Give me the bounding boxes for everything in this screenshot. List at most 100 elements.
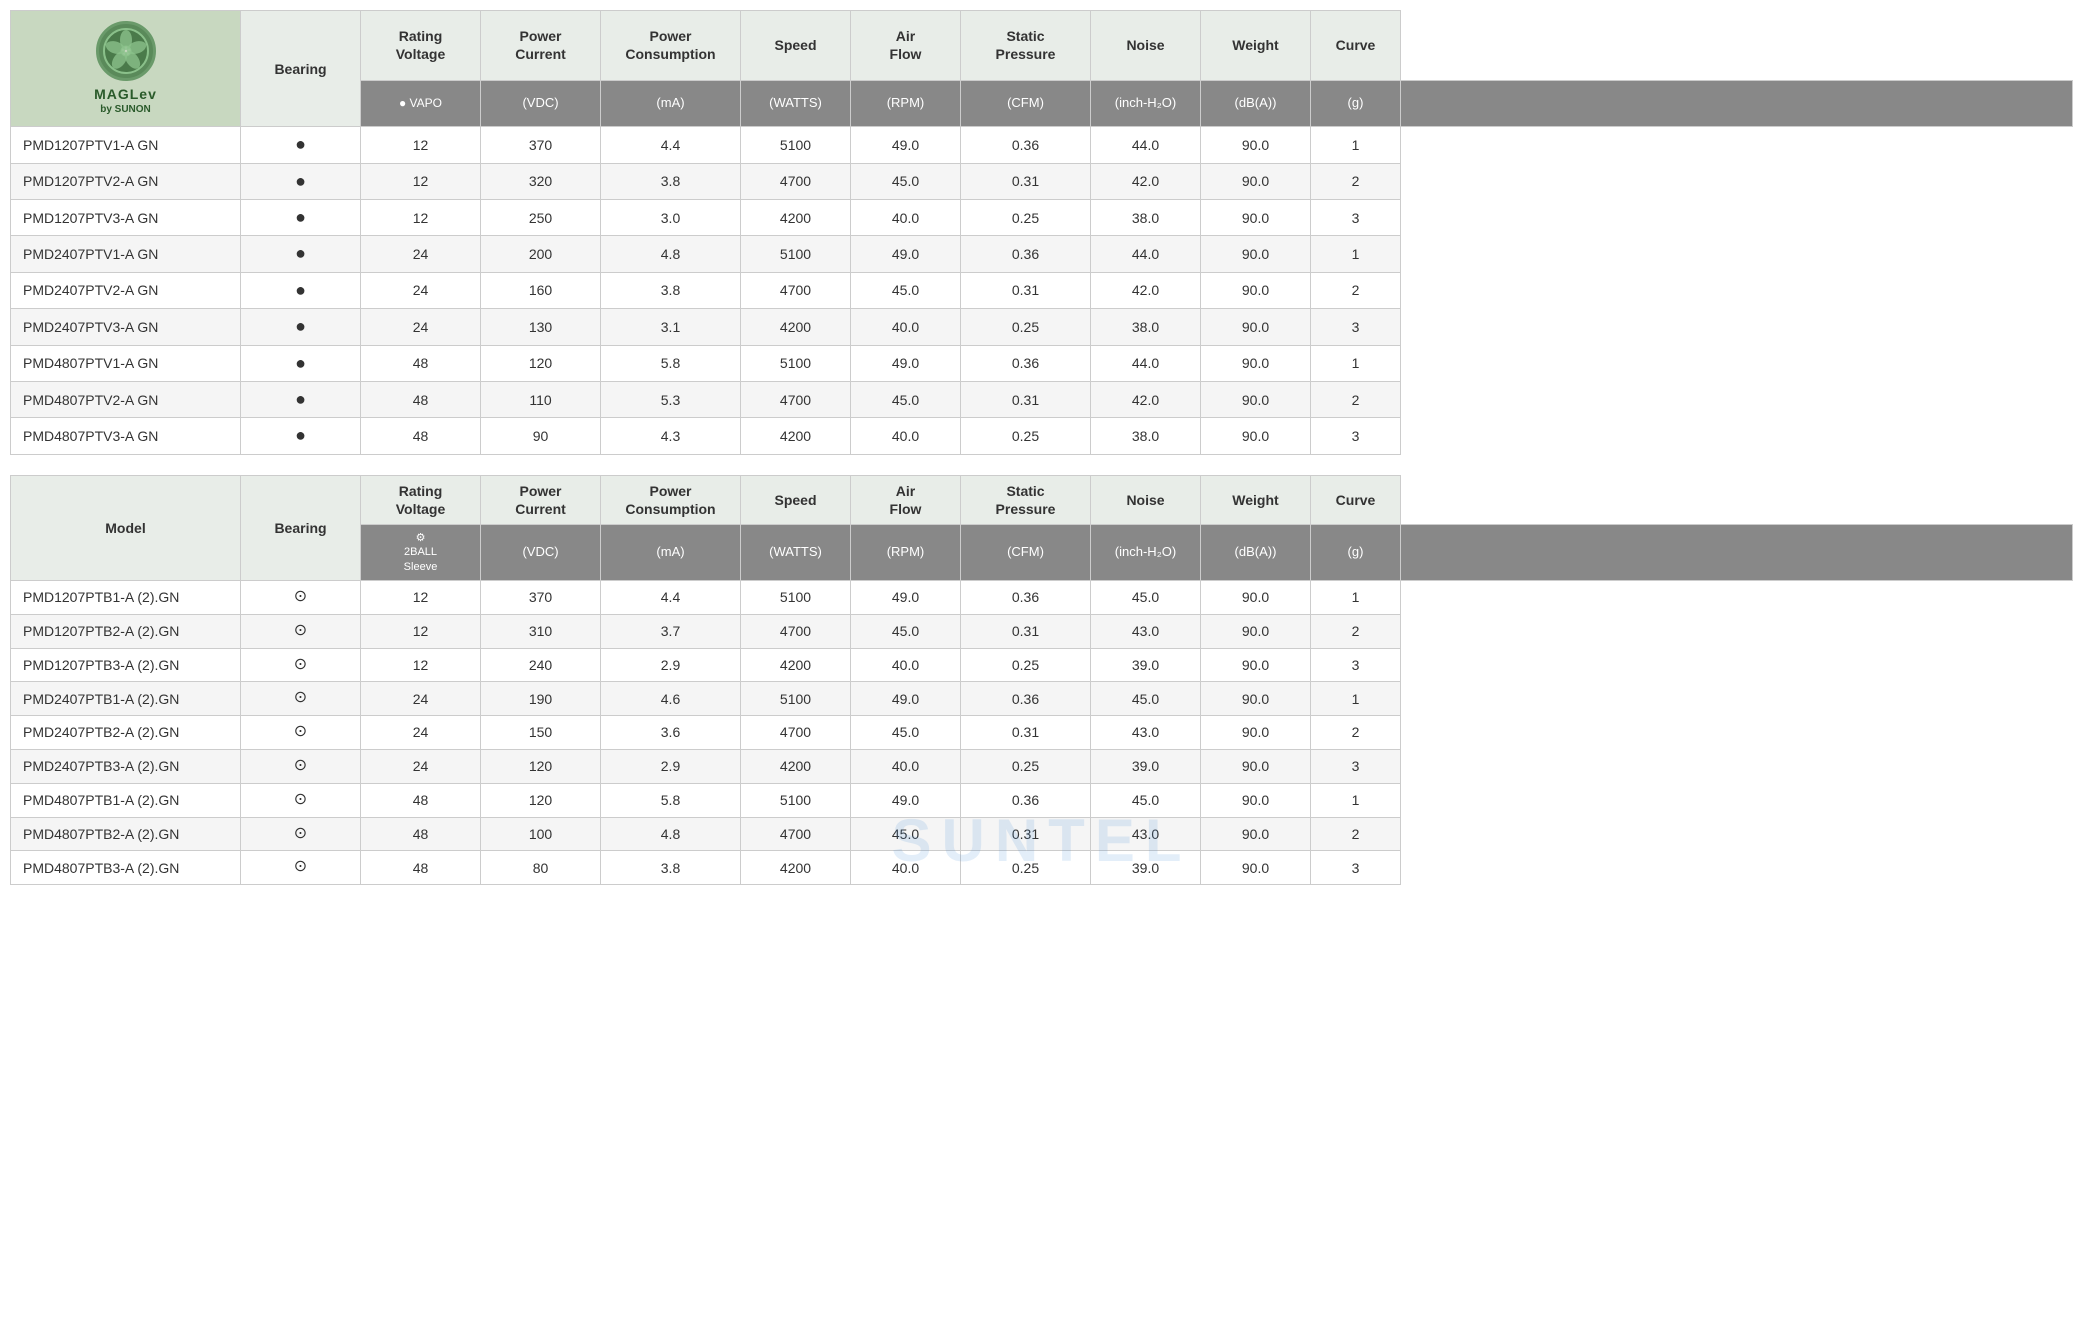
table-row: PMD4807PTV2-A GN ● 48 110 5.3 4700 45.0 … [11,381,2073,417]
power-cell: 4.8 [601,236,741,272]
weight-cell: 90.0 [1201,648,1311,682]
table-row: PMD1207PTB1-A (2).GN ⊙ 12 370 4.4 5100 4… [11,580,2073,614]
curve-cell: 3 [1311,199,1401,235]
bearing-cell: ● [241,127,361,163]
current-cell: 160 [481,272,601,308]
voltage-cell: 24 [361,236,481,272]
bearing-cell: ⊙ [241,682,361,716]
curve-cell: 1 [1311,783,1401,817]
noise-cell: 38.0 [1091,418,1201,454]
flow-cell: 40.0 [851,199,961,235]
noise-header-1: Noise [1091,11,1201,81]
power-cell: 3.6 [601,716,741,750]
unit-g-1: (g) [1311,80,1401,126]
pressure-cell: 0.25 [961,648,1091,682]
model-cell: PMD2407PTV2-A GN [11,272,241,308]
noise-cell: 39.0 [1091,749,1201,783]
noise-cell: 45.0 [1091,783,1201,817]
model-cell: PMD1207PTV3-A GN [11,199,241,235]
power-cell: 4.6 [601,682,741,716]
weight-cell: 90.0 [1201,716,1311,750]
logo-circle [96,21,156,81]
voltage-cell: 12 [361,580,481,614]
curve-cell: 3 [1311,418,1401,454]
bearing-cell: ● [241,309,361,345]
power-cell: 3.8 [601,163,741,199]
rating-voltage-header-1: RatingVoltage [361,11,481,81]
table-row: PMD4807PTB2-A (2).GN ⊙ 48 100 4.8 4700 4… [11,817,2073,851]
weight-cell: 90.0 [1201,682,1311,716]
sleeve-label: Sleeve [404,560,438,574]
power-cell: 3.0 [601,199,741,235]
rating-voltage-header-2: RatingVoltage [361,475,481,524]
current-cell: 80 [481,851,601,885]
unit-ma-2: (mA) [601,525,741,581]
table-row: PMD4807PTV1-A GN ● 48 120 5.8 5100 49.0 … [11,345,2073,381]
model-cell: PMD2407PTB1-A (2).GN [11,682,241,716]
speed-header-1: Speed [741,11,851,81]
curve-cell: 2 [1311,716,1401,750]
speed-cell: 5100 [741,682,851,716]
noise-cell: 39.0 [1091,851,1201,885]
unit-dba-2: (dB(A)) [1201,525,1311,581]
current-cell: 90 [481,418,601,454]
curve-header-2: Curve [1311,475,1401,524]
power-cell: 4.4 [601,580,741,614]
power-consumption-header-2: PowerConsumption [601,475,741,524]
pressure-cell: 0.25 [961,749,1091,783]
table-row: PMD2407PTV2-A GN ● 24 160 3.8 4700 45.0 … [11,272,2073,308]
voltage-cell: 48 [361,345,481,381]
unit-curve-2 [1401,525,2073,581]
speed-cell: 5100 [741,127,851,163]
speed-cell: 4700 [741,614,851,648]
bearing-header-2: Bearing [241,475,361,580]
power-cell: 5.3 [601,381,741,417]
table-row: PMD4807PTB3-A (2).GN ⊙ 48 80 3.8 4200 40… [11,851,2073,885]
unit-watts-1: (WATTS) [741,80,851,126]
curve-cell: 2 [1311,272,1401,308]
unit-cfm-2: (CFM) [961,525,1091,581]
pressure-cell: 0.31 [961,163,1091,199]
bearing-cell: ⊙ [241,580,361,614]
weight-cell: 90.0 [1201,272,1311,308]
power-current-header-2: PowerCurrent [481,475,601,524]
model-cell: PMD4807PTB2-A (2).GN [11,817,241,851]
noise-cell: 43.0 [1091,716,1201,750]
flow-cell: 45.0 [851,272,961,308]
current-cell: 250 [481,199,601,235]
speed-cell: 4700 [741,381,851,417]
bearing-cell: ⊙ [241,716,361,750]
voltage-cell: 48 [361,381,481,417]
current-cell: 120 [481,783,601,817]
weight-header-1: Weight [1201,11,1311,81]
curve-cell: 2 [1311,381,1401,417]
flow-cell: 40.0 [851,851,961,885]
ball-badge: ⚙ 2BALL Sleeve [369,531,472,574]
bearing-header-1: Bearing [241,11,361,127]
voltage-cell: 24 [361,716,481,750]
pressure-cell: 0.36 [961,236,1091,272]
voltage-cell: 24 [361,682,481,716]
weight-cell: 90.0 [1201,851,1311,885]
table-row: PMD1207PTB3-A (2).GN ⊙ 12 240 2.9 4200 4… [11,648,2073,682]
pressure-cell: 0.36 [961,580,1091,614]
flow-cell: 40.0 [851,418,961,454]
current-cell: 240 [481,648,601,682]
weight-cell: 90.0 [1201,381,1311,417]
power-cell: 5.8 [601,345,741,381]
model-cell: PMD1207PTB1-A (2).GN [11,580,241,614]
noise-cell: 38.0 [1091,309,1201,345]
current-cell: 110 [481,381,601,417]
voltage-cell: 48 [361,418,481,454]
table-ball: Model Bearing RatingVoltage PowerCurrent… [10,475,2073,885]
curve-cell: 3 [1311,648,1401,682]
power-cell: 4.8 [601,817,741,851]
voltage-cell: 48 [361,851,481,885]
current-cell: 100 [481,817,601,851]
flow-cell: 49.0 [851,580,961,614]
flow-cell: 45.0 [851,614,961,648]
bearing-cell: ⊙ [241,783,361,817]
static-pressure-header-1: StaticPressure [961,11,1091,81]
power-current-header-1: PowerCurrent [481,11,601,81]
voltage-cell: 48 [361,783,481,817]
